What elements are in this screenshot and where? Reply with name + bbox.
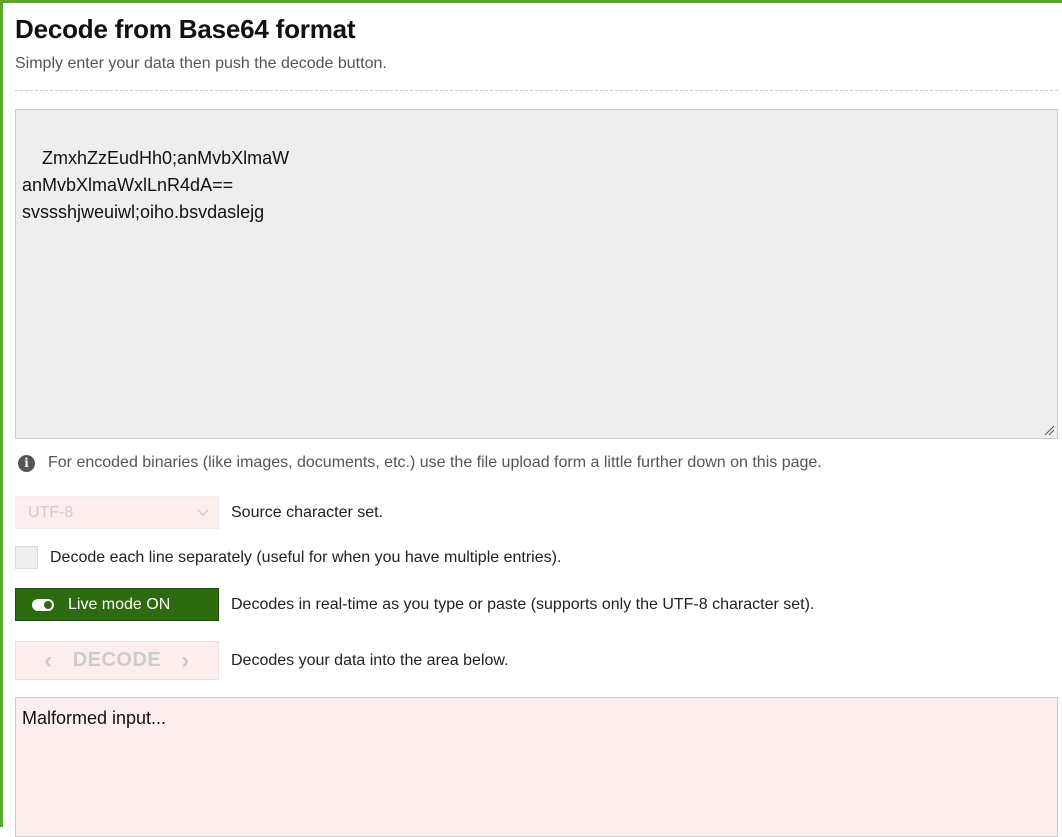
decode-each-line-checkbox[interactable] — [15, 546, 38, 569]
decode-button-label: DECODE — [72, 649, 162, 671]
line-option-row: Decode each line separately (useful for … — [15, 546, 561, 569]
chevron-down-icon — [197, 509, 209, 517]
resize-handle-icon[interactable] — [1043, 424, 1055, 436]
left-border — [0, 0, 3, 827]
base64-input-textarea[interactable]: ZmxhZzEudHh0;anMvbXlmaW anMvbXlmaWxlLnR4… — [15, 109, 1058, 439]
toggle-icon — [32, 598, 54, 611]
page-title: Decode from Base64 format — [15, 14, 356, 44]
page-subtitle: Simply enter your data then push the dec… — [15, 55, 387, 72]
live-mode-toggle-button[interactable]: Live mode ON — [15, 588, 219, 621]
input-text: ZmxhZzEudHh0;anMvbXlmaW anMvbXlmaWxlLnR4… — [22, 148, 290, 222]
hint-text: For encoded binaries (like images, docum… — [48, 454, 822, 471]
charset-label: Source character set. — [231, 503, 384, 521]
top-border — [0, 0, 1062, 3]
chevron-left-icon: ‹ — [44, 646, 53, 674]
binary-upload-hint: i For encoded binaries (like images, doc… — [18, 454, 822, 472]
decoded-output-textarea[interactable]: Malformed input... — [15, 697, 1058, 837]
live-mode-label: Live mode ON — [68, 595, 171, 613]
divider — [15, 90, 1058, 91]
decode-each-line-label[interactable]: Decode each line separately (useful for … — [50, 549, 561, 567]
live-mode-row: Live mode ON Decodes in real-time as you… — [15, 588, 814, 621]
decode-description: Decodes your data into the area below. — [231, 651, 509, 669]
chevron-right-icon: › — [181, 646, 190, 674]
info-icon: i — [18, 454, 35, 472]
decode-button[interactable]: ‹ DECODE › — [15, 641, 219, 680]
charset-selected-value: UTF-8 — [28, 503, 74, 521]
output-text: Malformed input... — [22, 708, 167, 728]
charset-row: UTF-8 Source character set. — [15, 496, 383, 529]
charset-select[interactable]: UTF-8 — [15, 496, 219, 529]
decode-row: ‹ DECODE › Decodes your data into the ar… — [15, 641, 509, 680]
live-mode-description: Decodes in real-time as you type or past… — [231, 595, 815, 613]
